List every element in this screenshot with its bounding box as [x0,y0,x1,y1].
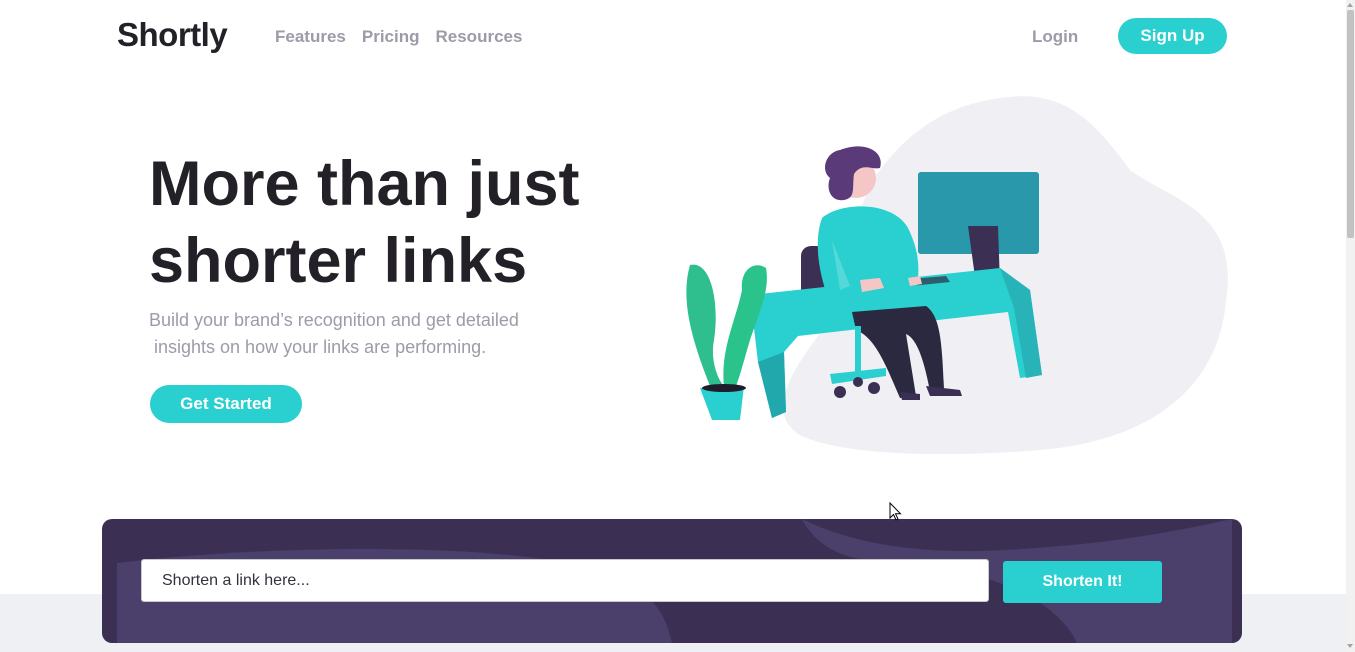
shorten-it-button[interactable]: Shorten It! [1003,561,1162,603]
hero-title-line-1: More than just [149,149,580,219]
logo[interactable]: Shortly [117,16,228,54]
scrollbar-thumb[interactable] [1347,10,1354,238]
link-url-input[interactable] [141,559,989,602]
nav-pricing[interactable]: Pricing [362,27,420,47]
main-nav: Features Pricing Resources [275,27,522,47]
hero-title-line-2: shorter links [149,226,528,296]
login-link[interactable]: Login [1032,27,1078,47]
shorten-link-panel: Shorten It! [102,519,1242,643]
scroll-down-arrow-icon[interactable] [1347,644,1353,648]
mouse-cursor-icon [889,502,902,521]
nav-resources[interactable]: Resources [436,27,523,47]
person-working-illustration [686,96,1228,455]
signup-button[interactable]: Sign Up [1118,18,1227,54]
nav-features[interactable]: Features [275,27,346,47]
hero-subtitle-line-2: insights on how your links are performin… [154,337,487,357]
page-scrollbar[interactable] [1346,0,1355,652]
scroll-up-arrow-icon[interactable] [1347,3,1353,7]
hero-subtitle: Build your brand’s recognition and get d… [149,307,539,361]
hero-subtitle-line-1: Build your brand’s recognition and get d… [149,310,519,330]
get-started-button[interactable]: Get Started [150,385,302,423]
hero-title: More than just shorter links [149,146,709,300]
